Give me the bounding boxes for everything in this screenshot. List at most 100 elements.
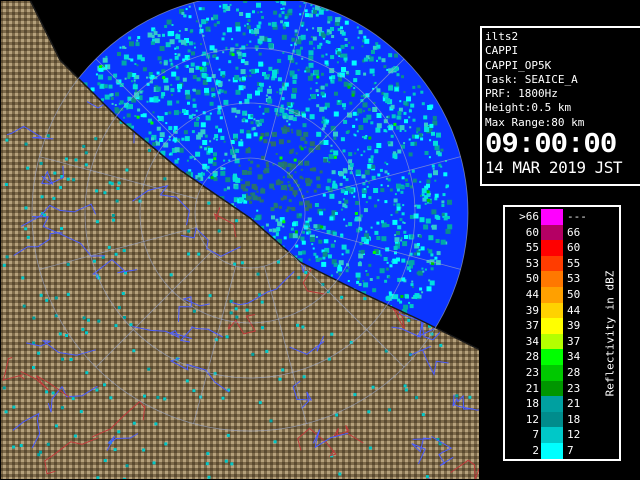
echo-pixel — [178, 39, 182, 43]
echo-pixel — [72, 178, 76, 182]
echo-pixel — [128, 104, 133, 110]
echo-pixel — [431, 224, 437, 230]
echo-pixel — [377, 199, 380, 202]
echo-pixel — [2, 386, 6, 390]
echo-pixel — [197, 132, 203, 138]
echo-pixel — [117, 52, 121, 56]
echo-pixel — [381, 58, 386, 63]
echo-pixel — [117, 306, 121, 310]
echo-pixel — [156, 395, 160, 399]
echo-pixel — [223, 140, 226, 143]
echo-pixel — [371, 50, 375, 54]
echo-pixel — [369, 68, 375, 74]
echo-pixel — [371, 164, 375, 169]
echo-pixel — [357, 36, 360, 39]
echo-pixel — [213, 14, 219, 20]
echo-pixel — [329, 76, 333, 80]
echo-pixel — [391, 114, 396, 119]
echo-pixel — [374, 149, 379, 154]
legend-low-value: 23 — [525, 366, 539, 379]
legend-high-value: 21 — [567, 397, 581, 411]
echo-pixel — [431, 209, 437, 215]
echo-pixel — [321, 120, 325, 124]
echo-pixel — [440, 165, 443, 168]
echo-pixel — [225, 177, 231, 183]
echo-pixel — [362, 280, 365, 282]
echo-pixel — [397, 225, 402, 230]
echo-pixel — [309, 141, 315, 147]
echo-pixel — [97, 319, 101, 323]
echo-pixel — [153, 97, 159, 103]
echo-pixel — [291, 207, 296, 211]
echo-pixel — [254, 28, 260, 34]
echo-pixel — [292, 148, 295, 151]
echo-pixel — [287, 181, 290, 184]
echo-pixel — [341, 253, 344, 256]
echo-pixel — [228, 159, 231, 162]
echo-pixel — [312, 247, 315, 250]
echo-pixel — [363, 297, 367, 301]
echo-pixel — [440, 148, 444, 152]
echo-pixel — [367, 410, 371, 414]
echo-pixel — [321, 116, 325, 120]
echo-pixel — [249, 74, 252, 77]
echo-pixel — [239, 129, 244, 134]
echo-pixel — [424, 195, 429, 200]
echo-pixel — [347, 85, 351, 89]
echo-pixel — [345, 205, 347, 208]
echo-pixel — [277, 178, 280, 181]
echo-pixel — [351, 60, 357, 66]
echo-pixel — [24, 206, 28, 210]
echo-pixel — [387, 184, 390, 187]
echo-pixel — [174, 47, 177, 50]
echo-pixel — [281, 368, 285, 372]
echo-pixel — [411, 280, 414, 283]
echo-pixel — [257, 174, 263, 180]
echo-pixel — [170, 84, 173, 86]
echo-pixel — [285, 209, 289, 213]
echo-pixel — [133, 79, 136, 82]
echo-pixel — [312, 36, 317, 41]
echo-pixel — [421, 413, 425, 417]
echo-pixel — [333, 262, 338, 267]
echo-pixel — [253, 118, 256, 121]
echo-pixel — [374, 230, 379, 235]
legend-color-swatch — [541, 271, 563, 288]
echo-pixel — [188, 41, 193, 46]
legend-low-value: 44 — [525, 288, 539, 301]
legend-unit: Reflectivity in dBZ — [602, 207, 618, 459]
echo-pixel — [213, 152, 217, 157]
echo-pixel — [162, 76, 166, 80]
echo-pixel — [411, 169, 415, 173]
echo-pixel — [143, 394, 146, 398]
echo-pixel — [403, 91, 406, 94]
echo-pixel — [287, 184, 291, 188]
echo-pixel — [360, 95, 363, 98]
echo-pixel — [95, 220, 99, 224]
echo-pixel — [187, 49, 191, 53]
echo-pixel — [244, 61, 249, 66]
echo-pixel — [323, 158, 328, 163]
echo-pixel — [310, 73, 314, 77]
echo-pixel — [360, 154, 363, 157]
echo-pixel — [385, 98, 391, 104]
echo-pixel — [261, 326, 264, 330]
echo-pixel — [325, 186, 330, 191]
echo-pixel — [206, 21, 209, 24]
legend-high-value: 55 — [567, 256, 581, 270]
echo-pixel — [294, 171, 297, 174]
legend-color-swatch — [541, 240, 563, 257]
echo-pixel — [271, 21, 277, 27]
echo-pixel — [439, 343, 443, 347]
echo-pixel — [334, 91, 338, 96]
echo-pixel — [336, 271, 339, 274]
echo-pixel — [121, 60, 127, 66]
echo-pixel — [305, 107, 310, 112]
radar-map[interactable] — [0, 0, 480, 480]
echo-pixel — [255, 90, 260, 96]
echo-pixel — [161, 119, 164, 122]
echo-pixel — [43, 213, 46, 217]
echo-pixel — [363, 282, 369, 288]
echo-pixel — [292, 233, 298, 239]
echo-pixel — [284, 82, 289, 87]
